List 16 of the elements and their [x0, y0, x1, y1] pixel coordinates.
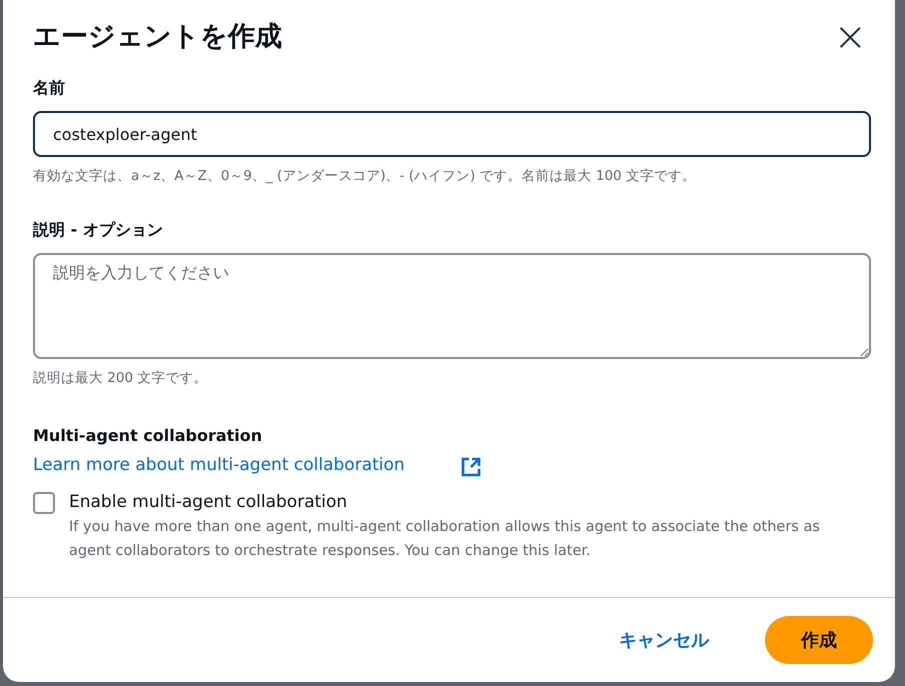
field-label: 名前 — [33, 77, 65, 99]
field-hint: 説明は最大 200 文字です。 — [33, 369, 208, 388]
checkbox-label: Enable multi-agent collaboration — [69, 491, 348, 514]
close-button[interactable]: × — [827, 17, 873, 57]
field-hint: 有効な文字は、a～z、A～Z、0～9、_ (アンダースコア)、- (ハイフン) です。名前は最大 100 文字です。 — [33, 167, 697, 186]
description-input-field[interactable]: 説明を入力してください — [33, 253, 871, 359]
external-link-icon[interactable] — [461, 457, 481, 477]
section-heading: Multi-agent collaboration — [33, 425, 262, 447]
create-button[interactable]: 作成 — [765, 616, 873, 664]
dialog-title: エージェントを作成 — [33, 20, 282, 54]
checkbox[interactable] — [33, 492, 55, 514]
field-label: 説明 - オプション — [33, 219, 163, 241]
name-input-field[interactable]: costexploer-agent — [33, 111, 871, 157]
cancel-button[interactable]: キャンセル — [613, 627, 715, 653]
learn-more-link[interactable]: Learn more about multi-agent collaboration — [33, 453, 405, 477]
checkbox-description: If you have more than one agent, multi-agent collaboration allows this agent to associate the others as agent collaborators to orchestrate responses. You can change this later. — [69, 518, 821, 561]
